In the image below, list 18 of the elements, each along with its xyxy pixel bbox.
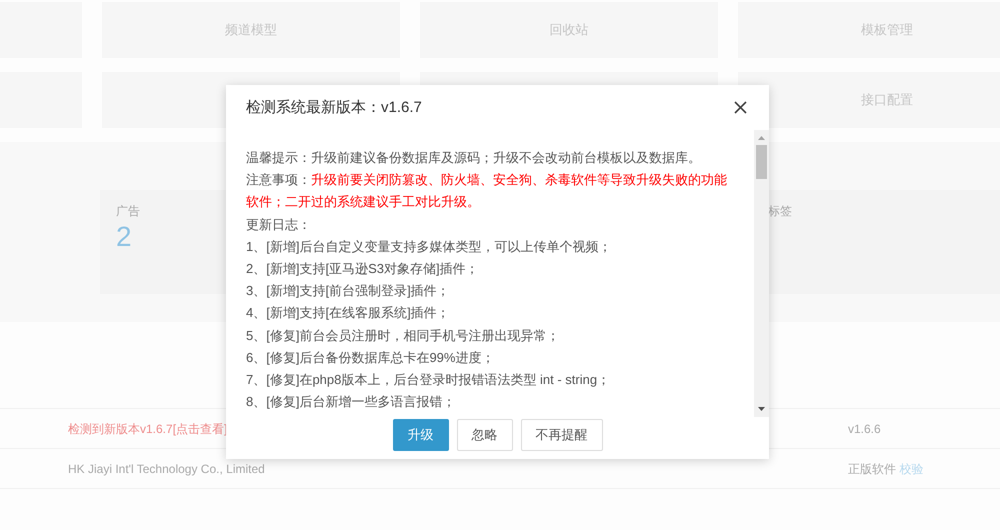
stat-label: 标签 [768, 203, 792, 220]
changelog-item: 2、[新增]支持[亚马逊S3对象存储]插件； [246, 260, 480, 278]
changelog-heading: 更新日志： [246, 216, 312, 234]
warning-note: 注意事项：升级前要关闭防篡改、防火墙、安全狗、杀毒软件等导致升级失败的功能软件；二开过的系统建议手工对比升级。 [246, 171, 728, 212]
changelog-item: 4、[新增]支持[在线客服系统]插件； [246, 304, 451, 322]
version-text: v1.6.6 [848, 420, 881, 438]
stat-value: 2 [116, 220, 132, 254]
tip-note: 温馨提示：升级前建议备份数据库及源码；升级不会改动前台模板以及数据库。 [246, 149, 702, 167]
changelog-item: 8、[修复]后台新增一些多语言报错； [246, 393, 456, 412]
license-status: 正版软件 [848, 462, 896, 476]
changelog-item: 7、[修复]在php8版本上，后台登录时报错语法类型 int - string； [246, 371, 612, 390]
changelog-item: 3、[新增]支持[前台强制登录]插件； [246, 282, 451, 300]
changelog-item: 5、[修复]前台会员注册时，相同手机号注册出现异常； [246, 326, 560, 345]
changelog-item: 6、[修复]后台备份数据库总卡在99%进度； [246, 348, 496, 367]
stat-label: 广告 [116, 203, 140, 220]
dialog-title: 检测系统最新版本：v1.6.7 [246, 98, 422, 116]
changelog-item: 1、[新增]后台自定义变量支持多媒体类型，可以上传单个视频； [246, 238, 612, 256]
company-name: HK Jiayi Int'l Technology Co., Limited [68, 462, 265, 476]
